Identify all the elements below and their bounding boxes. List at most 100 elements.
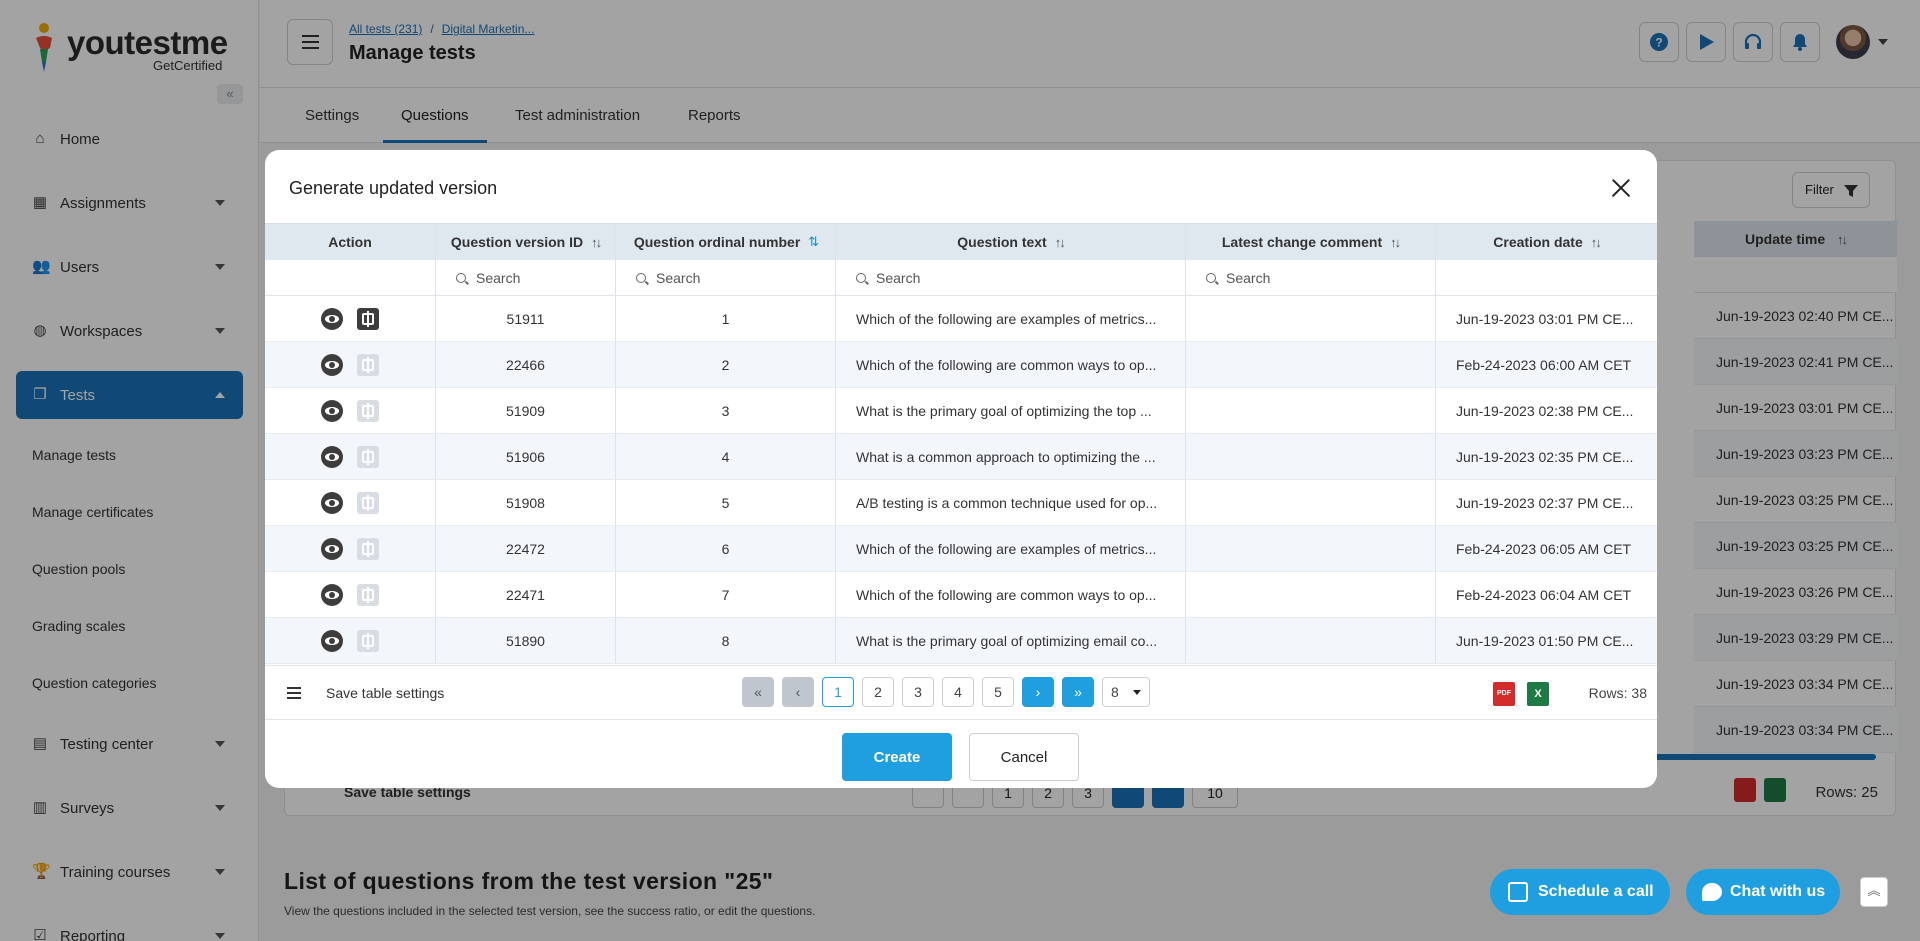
eye-icon[interactable] bbox=[321, 537, 343, 560]
creation-date-cell: Feb-24-2023 06:00 AM CET bbox=[1456, 356, 1632, 373]
column-header-question-text[interactable]: Question text ↑↓ bbox=[836, 224, 1186, 260]
ordinal-cell: 2 bbox=[616, 342, 836, 387]
table-row[interactable]: 22466 2 Which of the following are commo… bbox=[265, 342, 1657, 388]
ordinal-cell: 4 bbox=[616, 434, 836, 479]
page-size-value: 8 bbox=[1111, 684, 1119, 700]
generate-version-icon bbox=[357, 537, 379, 560]
eye-icon[interactable] bbox=[321, 445, 343, 468]
excel-export-icon[interactable]: X bbox=[1527, 682, 1549, 706]
eye-icon[interactable] bbox=[321, 583, 343, 606]
question-text: What is a common approach to optimizing … bbox=[856, 448, 1156, 465]
page-button[interactable]: 3 bbox=[902, 677, 934, 707]
version-id-cell: 51909 bbox=[436, 388, 616, 433]
search-icon bbox=[1206, 272, 1216, 283]
column-header-version-id[interactable]: Question version ID ↑↓ bbox=[436, 224, 616, 260]
question-text-cell: What is the primary goal of optimizing e… bbox=[836, 618, 1186, 663]
question-text-cell: Which of the following are examples of m… bbox=[836, 526, 1186, 571]
first-page-button[interactable]: « bbox=[742, 677, 774, 707]
prev-page-button[interactable]: ‹ bbox=[782, 677, 814, 707]
last-page-button[interactable]: » bbox=[1062, 677, 1094, 707]
question-text-cell: Which of the following are common ways t… bbox=[836, 342, 1186, 387]
comment-search-input[interactable]: Search bbox=[1186, 260, 1436, 295]
scroll-to-top-button[interactable]: ︽ bbox=[1860, 877, 1888, 907]
table-row[interactable]: 22471 7 Which of the following are commo… bbox=[265, 572, 1657, 618]
column-header-label: Latest change comment bbox=[1221, 234, 1383, 250]
next-page-button[interactable]: › bbox=[1022, 677, 1054, 707]
save-table-settings-button[interactable]: Save table settings bbox=[326, 685, 444, 701]
question-text: Which of the following are common ways t… bbox=[856, 586, 1157, 603]
search-row: Search Search Search Search bbox=[265, 260, 1657, 296]
question-text: A/B testing is a common technique used f… bbox=[856, 494, 1158, 511]
generate-version-icon bbox=[357, 629, 379, 652]
cancel-button[interactable]: Cancel bbox=[969, 733, 1079, 781]
generate-version-icon bbox=[357, 445, 379, 468]
chat-label: Chat with us bbox=[1730, 883, 1826, 900]
ordinal-cell: 3 bbox=[616, 388, 836, 433]
eye-icon[interactable] bbox=[321, 307, 343, 330]
dialog-title: Generate updated version bbox=[289, 178, 498, 198]
action-cell bbox=[265, 342, 436, 387]
table-row[interactable]: 22472 6 Which of the following are examp… bbox=[265, 526, 1657, 572]
ordinal-cell: 6 bbox=[616, 526, 836, 571]
ordinal-cell: 1 bbox=[616, 296, 836, 341]
close-icon[interactable] bbox=[1605, 172, 1637, 204]
sort-icon: ↑↓ bbox=[1590, 234, 1602, 250]
generate-version-dialog: Generate updated version Action Question… bbox=[265, 150, 1657, 788]
table-header-row: Action Question version ID ↑↓ Question or… bbox=[265, 224, 1657, 260]
eye-icon[interactable] bbox=[321, 353, 343, 376]
dialog-table-footer: Save table settings « ‹ 1 2 3 4 5 › » 8 … bbox=[265, 665, 1657, 720]
column-header-creation-date[interactable]: Creation date ↑↓ bbox=[1436, 224, 1657, 260]
comment-cell bbox=[1186, 572, 1436, 617]
table-row[interactable]: 51909 3 What is the primary goal of opti… bbox=[265, 388, 1657, 434]
eye-icon[interactable] bbox=[321, 629, 343, 652]
sort-icon: ↑↓ bbox=[591, 234, 602, 250]
chevron-down-icon bbox=[1133, 689, 1141, 695]
page-button[interactable]: 1 bbox=[822, 677, 854, 707]
creation-date-cell: Jun-19-2023 02:38 PM CE... bbox=[1456, 402, 1634, 419]
table-row[interactable]: 51911 1 Which of the following are examp… bbox=[265, 296, 1657, 342]
generate-version-icon[interactable] bbox=[357, 307, 379, 330]
table-row[interactable]: 51908 5 A/B testing is a common techniqu… bbox=[265, 480, 1657, 526]
create-button[interactable]: Create bbox=[842, 733, 952, 781]
pdf-export-icon[interactable]: PDF bbox=[1493, 682, 1515, 706]
page-size-select[interactable]: 8 bbox=[1102, 677, 1150, 707]
comment-cell bbox=[1186, 296, 1436, 341]
generate-version-icon bbox=[357, 583, 379, 606]
action-cell bbox=[265, 388, 436, 433]
table-row[interactable]: 51906 4 What is a common approach to opt… bbox=[265, 434, 1657, 480]
question-text: What is the primary goal of optimizing e… bbox=[856, 632, 1158, 649]
version-id-cell: 22466 bbox=[436, 342, 616, 387]
question-text: Which of the following are examples of m… bbox=[856, 540, 1157, 557]
page-button[interactable]: 2 bbox=[862, 677, 894, 707]
question-text: Which of the following are examples of m… bbox=[856, 310, 1157, 327]
search-placeholder: Search bbox=[876, 269, 921, 286]
table-settings-icon[interactable] bbox=[287, 687, 301, 699]
schedule-call-button[interactable]: Schedule a call bbox=[1490, 869, 1670, 915]
creation-date-cell: Jun-19-2023 01:50 PM CE... bbox=[1456, 632, 1634, 649]
table-row[interactable]: 51890 8 What is the primary goal of opti… bbox=[265, 618, 1657, 664]
search-placeholder: Search bbox=[1226, 269, 1271, 286]
page-button[interactable]: 5 bbox=[982, 677, 1014, 707]
ordinal-search-input[interactable]: Search bbox=[616, 260, 836, 295]
generate-version-icon bbox=[357, 399, 379, 422]
version-id-cell: 51908 bbox=[436, 480, 616, 525]
eye-icon[interactable] bbox=[321, 399, 343, 422]
creation-date-cell: Jun-19-2023 03:01 PM CE... bbox=[1456, 310, 1634, 327]
question-text-cell: What is the primary goal of optimizing t… bbox=[836, 388, 1186, 433]
column-header-action: Action bbox=[265, 224, 436, 260]
eye-icon[interactable] bbox=[321, 491, 343, 514]
chat-button[interactable]: Chat with us bbox=[1686, 869, 1840, 915]
schedule-call-label: Schedule a call bbox=[1538, 883, 1654, 900]
question-text-cell: Which of the following are common ways t… bbox=[836, 572, 1186, 617]
question-text-cell: Which of the following are examples of m… bbox=[836, 296, 1186, 341]
creation-date-cell: Jun-19-2023 02:37 PM CE... bbox=[1456, 494, 1634, 511]
question-text: What is the primary goal of optimizing t… bbox=[856, 402, 1152, 419]
version-id-search-input[interactable]: Search bbox=[436, 260, 616, 295]
column-header-change-comment[interactable]: Latest change comment ↑↓ bbox=[1186, 224, 1436, 260]
chat-bubble-icon bbox=[1702, 883, 1722, 901]
comment-cell bbox=[1186, 618, 1436, 663]
question-text-search-input[interactable]: Search bbox=[836, 260, 1186, 295]
ordinal-cell: 8 bbox=[616, 618, 836, 663]
column-header-ordinal-number[interactable]: Question ordinal number ⇅ bbox=[616, 224, 836, 260]
page-button[interactable]: 4 bbox=[942, 677, 974, 707]
